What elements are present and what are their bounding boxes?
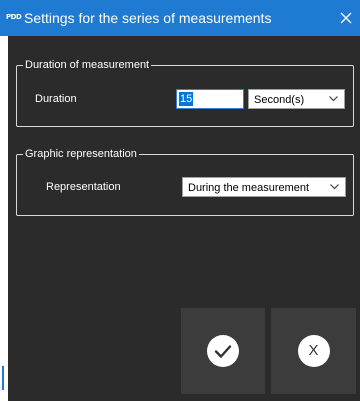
duration-label: Duration xyxy=(35,93,77,105)
checkmark-icon xyxy=(214,345,232,358)
duration-input[interactable]: 15 xyxy=(176,89,244,109)
ok-circle xyxy=(207,335,239,367)
duration-group: Duration of measurement Duration 15 Seco… xyxy=(16,58,354,127)
chevron-down-icon xyxy=(329,96,338,102)
settings-dialog: PDD Settings for the series of measureme… xyxy=(0,0,360,401)
cancel-button[interactable]: X xyxy=(271,308,356,394)
cancel-circle: X xyxy=(297,335,330,367)
representation-label: Representation xyxy=(46,181,121,193)
duration-group-legend: Duration of measurement xyxy=(23,58,152,72)
x-icon: X xyxy=(308,342,319,359)
left-edge-marker xyxy=(2,366,4,390)
chevron-down-icon xyxy=(330,184,339,190)
close-icon xyxy=(340,12,352,24)
graphic-group-legend: Graphic representation xyxy=(23,147,139,161)
left-edge xyxy=(0,36,8,401)
graphic-group: Graphic representation Representation Du… xyxy=(16,147,354,216)
title-bar[interactable]: PDD Settings for the series of measureme… xyxy=(0,0,360,36)
close-button[interactable] xyxy=(330,0,360,36)
ok-button[interactable] xyxy=(181,308,265,394)
duration-input-value: 15 xyxy=(179,92,194,106)
dialog-body: Duration of measurement Duration 15 Seco… xyxy=(8,36,360,401)
duration-unit-value: Second(s) xyxy=(254,94,305,106)
window-title: Settings for the series of measurements xyxy=(24,10,272,26)
representation-value: During the measurement xyxy=(188,182,310,194)
duration-unit-select[interactable]: Second(s) xyxy=(248,89,345,109)
representation-select[interactable]: During the measurement xyxy=(182,177,346,197)
app-icon: PDD xyxy=(6,13,22,21)
